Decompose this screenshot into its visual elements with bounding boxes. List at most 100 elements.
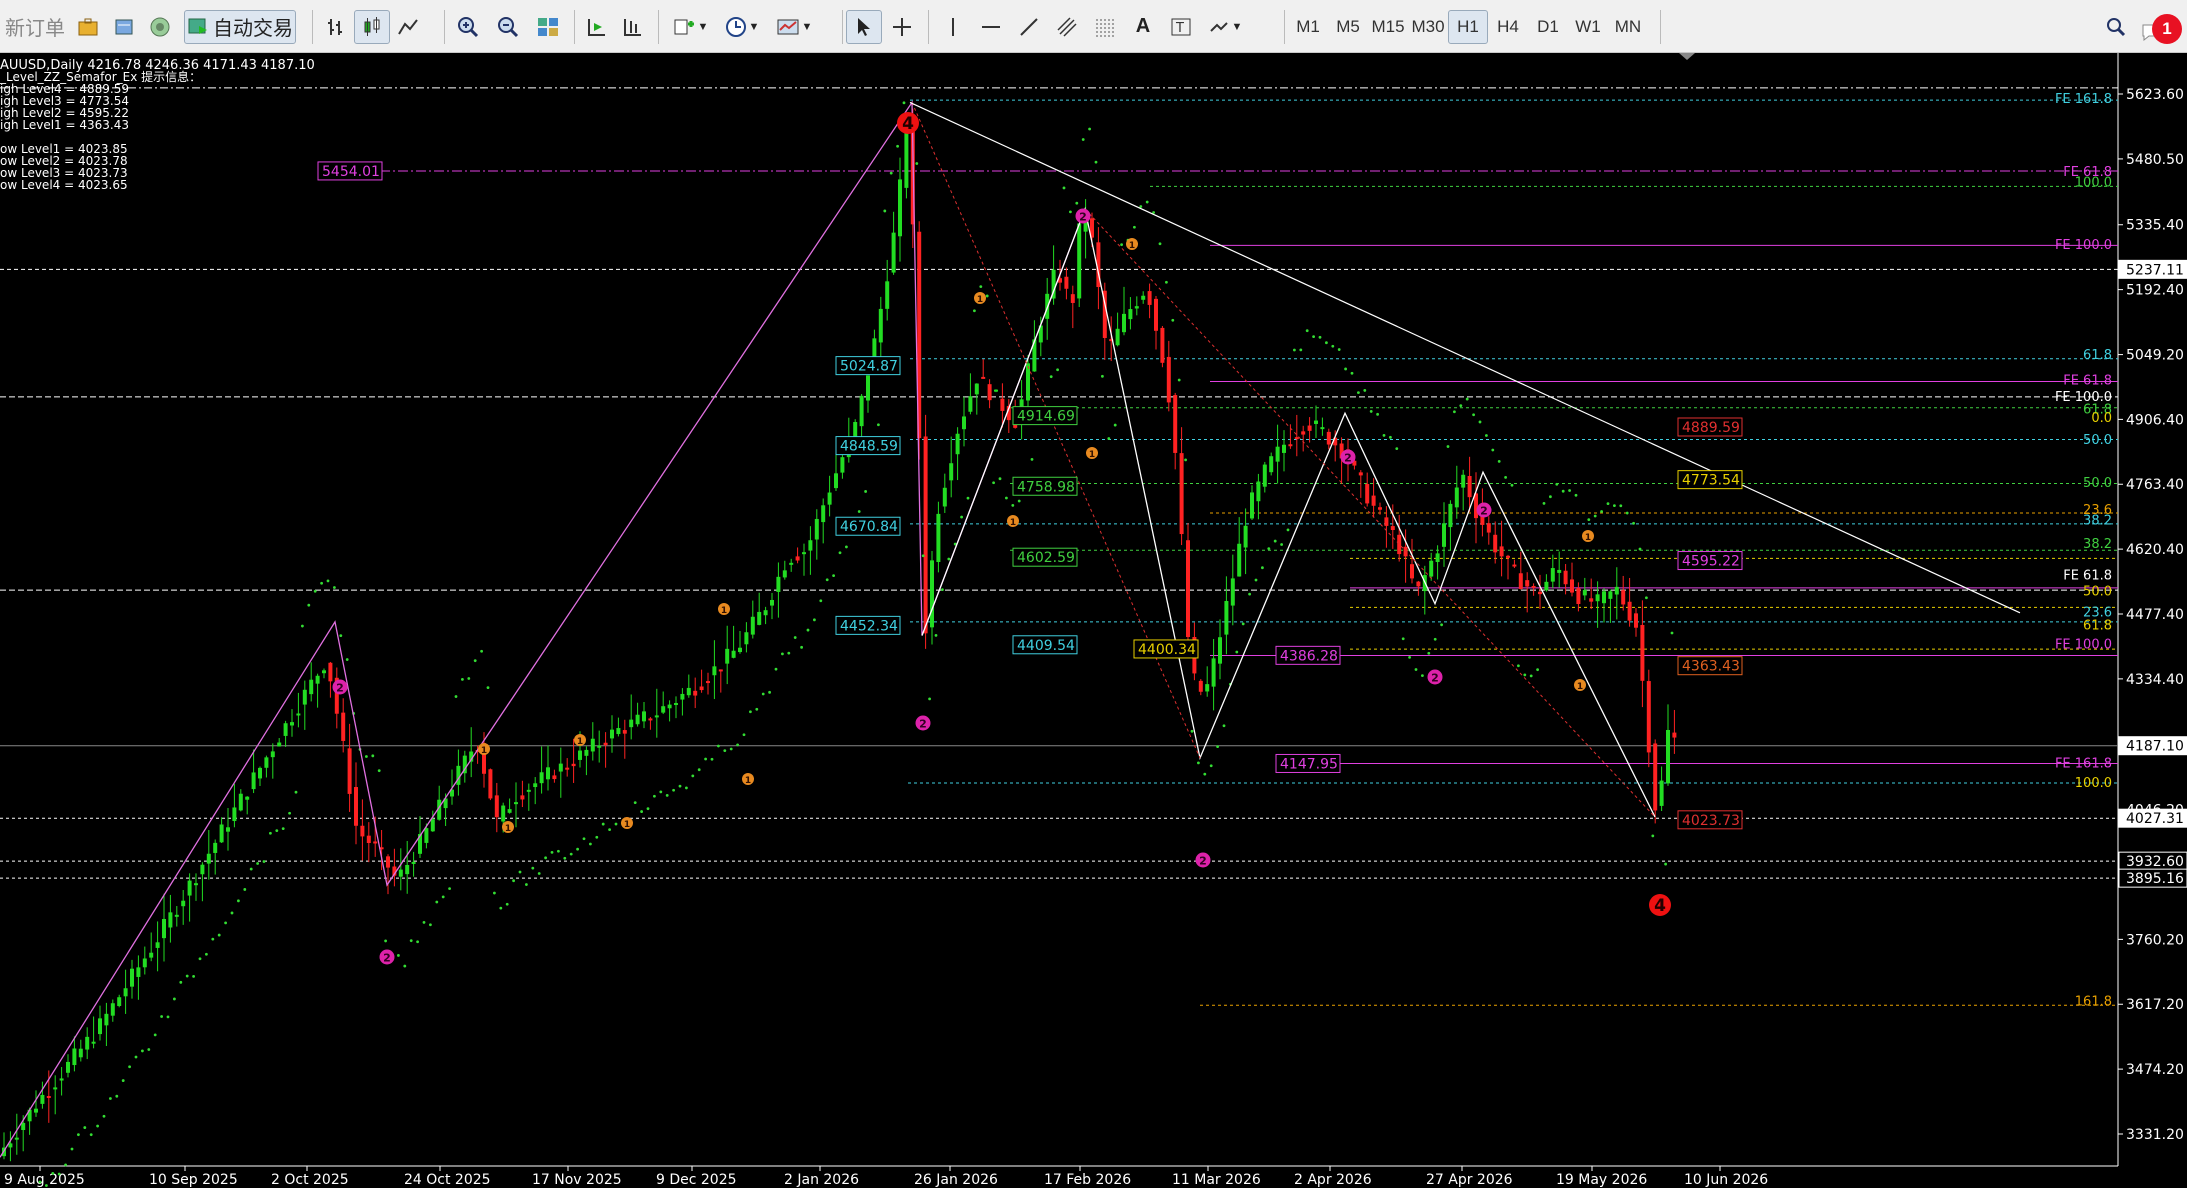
history-icon[interactable] (106, 10, 142, 44)
timeframe-button-h4[interactable]: H4 (1488, 10, 1528, 44)
candle-body (1211, 658, 1216, 687)
sar-dot (1651, 834, 1655, 838)
sar-dot (211, 937, 215, 941)
sar-dot (800, 645, 803, 649)
candle-body (802, 552, 806, 555)
new-order-button[interactable]: 新订单 (4, 10, 66, 44)
cursor-icon[interactable] (846, 9, 882, 44)
tile-windows-icon[interactable] (528, 10, 568, 44)
candle-body (885, 281, 890, 309)
vertical-line-icon[interactable] (934, 10, 972, 44)
candle-body (1576, 588, 1581, 604)
candle-body (738, 647, 742, 653)
sar-dot (320, 581, 323, 585)
candle-body (1614, 586, 1619, 595)
templates-icon[interactable]: ▼ (768, 10, 820, 44)
sar-dot (288, 811, 291, 815)
timeframe-button-d1[interactable]: D1 (1528, 10, 1568, 44)
candle-body (558, 763, 563, 772)
sar-dot (1017, 499, 1021, 503)
candles-icon[interactable] (354, 9, 390, 44)
clock-icon[interactable]: ▼ (716, 10, 768, 44)
fibonacci-level-label: 100.0 (2075, 776, 2112, 791)
crosshair-icon[interactable] (882, 10, 922, 44)
auto-trading-button[interactable]: 自动交易 (184, 9, 296, 44)
timeframe-button-m1[interactable]: M1 (1288, 10, 1328, 44)
channel-icon[interactable] (1048, 10, 1086, 44)
semafor-marker-label: 2 (336, 682, 344, 695)
sar-dot (1670, 631, 1674, 635)
semafor-marker-label: 1 (977, 295, 983, 305)
candle-body (891, 232, 896, 273)
sar-dot (1197, 761, 1200, 765)
sar-dot (1145, 200, 1149, 204)
candle-body (661, 706, 666, 713)
horizontal-line-icon[interactable] (972, 10, 1010, 44)
sar-dot (768, 690, 771, 694)
briefcase-icon[interactable] (70, 10, 106, 44)
candle-body (1390, 526, 1395, 531)
candle-body (494, 795, 499, 818)
date-axis-label: 11 Mar 2026 (1172, 1172, 1261, 1188)
line-chart-icon[interactable] (390, 10, 426, 44)
candle-body (411, 861, 416, 864)
candle-body (46, 1096, 51, 1099)
candle-body (1608, 591, 1613, 599)
candle-body (53, 1087, 58, 1090)
sar-dot (1081, 138, 1085, 141)
sar-dot (640, 810, 643, 813)
sar-dot (653, 794, 656, 798)
signal-icon[interactable] (142, 10, 178, 44)
candle-body (1666, 729, 1670, 784)
trendline-icon[interactable] (1010, 10, 1048, 44)
candle-body (1294, 437, 1299, 440)
sar-dot (717, 744, 720, 748)
search-icon[interactable] (2098, 10, 2134, 44)
sar-dot (1101, 374, 1104, 378)
timeframe-button-m15[interactable]: M15 (1368, 10, 1408, 44)
sar-dot (710, 757, 714, 761)
candle-body (1077, 223, 1082, 299)
fibonacci-icon[interactable] (1086, 10, 1124, 44)
chart-shift-icon[interactable] (614, 10, 650, 44)
candle-body (814, 518, 819, 540)
candle-body (1563, 570, 1568, 585)
price-axis-label: 3617.20 (2126, 997, 2184, 1013)
sar-dot (1241, 622, 1245, 626)
candle-body (1486, 523, 1491, 533)
sar-dot (256, 862, 259, 865)
timeframe-button-m5[interactable]: M5 (1328, 10, 1368, 44)
zoom-in-icon[interactable] (448, 10, 488, 44)
bar-chart-icon[interactable] (318, 10, 354, 44)
label-icon[interactable]: T (1162, 10, 1200, 44)
sar-dot (1555, 482, 1559, 486)
text-icon[interactable]: A (1124, 10, 1162, 44)
sar-dot (1510, 483, 1514, 487)
candle-body (1499, 546, 1504, 557)
timeframe-button-mn[interactable]: MN (1608, 10, 1648, 44)
candle-body (1166, 356, 1171, 403)
price-axis-label: 5192.40 (2126, 283, 2184, 299)
price-chart[interactable]: 5623.60 5480.50 5335.40 5192.40 5049.20 4906.… (0, 53, 2187, 1188)
sar-dot (755, 707, 759, 711)
candle-body (955, 433, 960, 455)
indicators-icon[interactable]: ▼ (664, 10, 716, 44)
zoom-out-icon[interactable] (488, 10, 528, 44)
candle-body (1544, 581, 1549, 591)
autoscroll-icon[interactable] (578, 10, 614, 44)
sar-dot (1350, 371, 1354, 375)
timeframe-button-w1[interactable]: W1 (1568, 10, 1608, 44)
price-tag-label: 5237.11 (2126, 262, 2184, 278)
candle-body (1205, 684, 1210, 692)
price-level-box-label: 5454.01 (322, 164, 380, 180)
candle-body (200, 864, 205, 875)
sar-dot (51, 1171, 55, 1175)
sar-dot (1344, 367, 1347, 371)
timeframe-button-h1[interactable]: H1 (1448, 9, 1488, 44)
timeframe-button-m30[interactable]: M30 (1408, 10, 1448, 44)
candle-body (1269, 456, 1274, 473)
candle-body (974, 383, 979, 395)
candle-body (283, 723, 288, 736)
arrows-icon[interactable]: ▼ (1200, 10, 1250, 44)
alert-count-badge[interactable]: 1 (2152, 14, 2182, 44)
